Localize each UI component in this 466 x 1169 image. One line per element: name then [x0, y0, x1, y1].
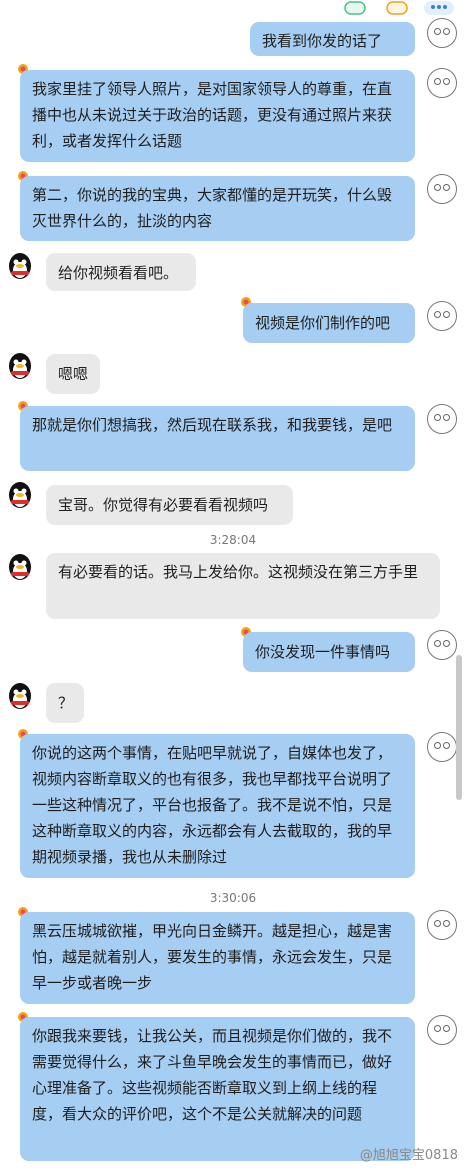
- message-bubble: 你跟我来要钱，让我公关，而且视频是你们做的，我不需要觉得什么，来了斗鱼早晚会发生…: [20, 1017, 415, 1161]
- message-bubble: 那就是你们想搞我，然后现在联系我，和我要钱，是吧: [20, 406, 415, 471]
- timestamp: 3:28:04: [209, 533, 257, 547]
- avatar[interactable]: [6, 352, 34, 382]
- avatar[interactable]: [6, 481, 34, 511]
- avatar[interactable]: [427, 18, 457, 48]
- cloud-badge-icon[interactable]: [344, 0, 366, 15]
- more-icon[interactable]: [424, 0, 454, 15]
- avatar[interactable]: [427, 1015, 457, 1045]
- avatar[interactable]: [6, 553, 34, 583]
- message-bubble: 你没发现一件事情吗: [243, 632, 415, 672]
- message-bubble: ？: [46, 683, 84, 723]
- message-bubble: 你说的这两个事情，在贴吧早就说了，自媒体也发了，视频内容断章取义的也有很多，我也…: [20, 734, 415, 878]
- avatar[interactable]: [427, 301, 457, 331]
- timestamp: 3:30:06: [209, 891, 257, 905]
- cloud-badge-icon[interactable]: [386, 0, 408, 15]
- avatar[interactable]: [427, 732, 457, 762]
- avatar[interactable]: [427, 174, 457, 204]
- avatar[interactable]: [6, 682, 34, 712]
- avatar[interactable]: [427, 630, 457, 660]
- message-bubble: 给你视频看看吧。: [46, 253, 196, 291]
- message-bubble: 宝哥。你觉得有必要看看视频吗: [46, 485, 293, 525]
- avatar[interactable]: [6, 252, 34, 282]
- avatar[interactable]: [427, 910, 457, 940]
- message-bubble: 有必要看的话。我马上发给你。这视频没在第三方手里: [46, 553, 440, 619]
- message-bubble: 黑云压城城欲摧，甲光向日金鳞开。越是担心，越是害怕，越是就着别人，要发生的事情，…: [20, 912, 415, 1004]
- scrollbar[interactable]: [456, 655, 462, 800]
- message-bubble: 第二，你说的我的宝典，大家都懂的是开玩笑，什么毁灭世界什么的，扯淡的内容: [20, 176, 415, 241]
- message-bubble: 嗯嗯: [46, 354, 100, 394]
- avatar[interactable]: [427, 68, 457, 98]
- message-bubble: 我家里挂了领导人照片，是对国家领导人的尊重，在直播中也从未说过关于政治的话题，更…: [20, 70, 415, 162]
- watermark-text: @旭旭宝宝0818: [359, 1148, 458, 1163]
- avatar[interactable]: [427, 404, 457, 434]
- message-bubble: 我看到你发的话了: [250, 22, 415, 56]
- message-bubble: 视频是你们制作的吧: [243, 303, 415, 343]
